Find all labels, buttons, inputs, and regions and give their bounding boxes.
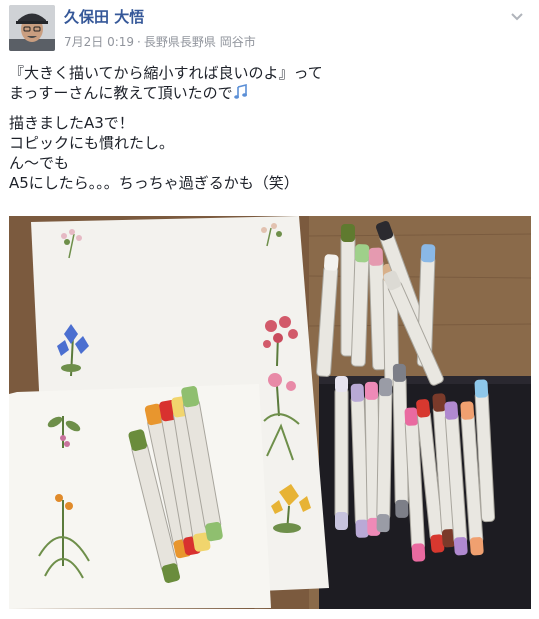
post-location[interactable]: 長野県長野県 岡谷市 xyxy=(144,35,256,49)
post-header: 久保田 大悟 7月2日 0:19 · 長野県長野県 岡谷市 xyxy=(9,5,529,55)
message-line: まっすーさんに教えて頂いたので xyxy=(9,84,233,102)
post-message: 『大きく描いてから縮小すれば良いのよ』って まっすーさんに教えて頂いたので 描き… xyxy=(9,63,529,193)
post-photo[interactable] xyxy=(9,216,531,609)
message-line: ん〜でも xyxy=(9,154,70,172)
message-line: A5にしたら。。。ちっちゃ過ぎるかも（笑） xyxy=(9,174,299,192)
post-timestamp[interactable]: 7月2日 0:19 xyxy=(64,35,134,49)
avatar-image xyxy=(9,5,55,51)
facebook-post: 久保田 大悟 7月2日 0:19 · 長野県長野県 岡谷市 『大きく描いてから縮小す… xyxy=(0,0,539,619)
meta-separator: · xyxy=(137,35,141,49)
message-line: 描きましたA3で！ xyxy=(9,114,134,132)
chevron-down-icon[interactable] xyxy=(509,9,525,25)
musical-notes-icon xyxy=(233,83,249,100)
photo-illustration xyxy=(9,216,531,609)
chevron-down-glyph xyxy=(511,13,523,21)
post-meta: 7月2日 0:19 · 長野県長野県 岡谷市 xyxy=(64,33,256,50)
message-line: コピックにも慣れたし。 xyxy=(9,134,175,152)
message-line: 『大きく描いてから縮小すれば良いのよ』って xyxy=(9,64,323,82)
message-line-with-emoji: まっすーさんに教えて頂いたので xyxy=(9,83,529,103)
avatar[interactable] xyxy=(9,5,55,51)
author-name[interactable]: 久保田 大悟 xyxy=(64,6,144,27)
